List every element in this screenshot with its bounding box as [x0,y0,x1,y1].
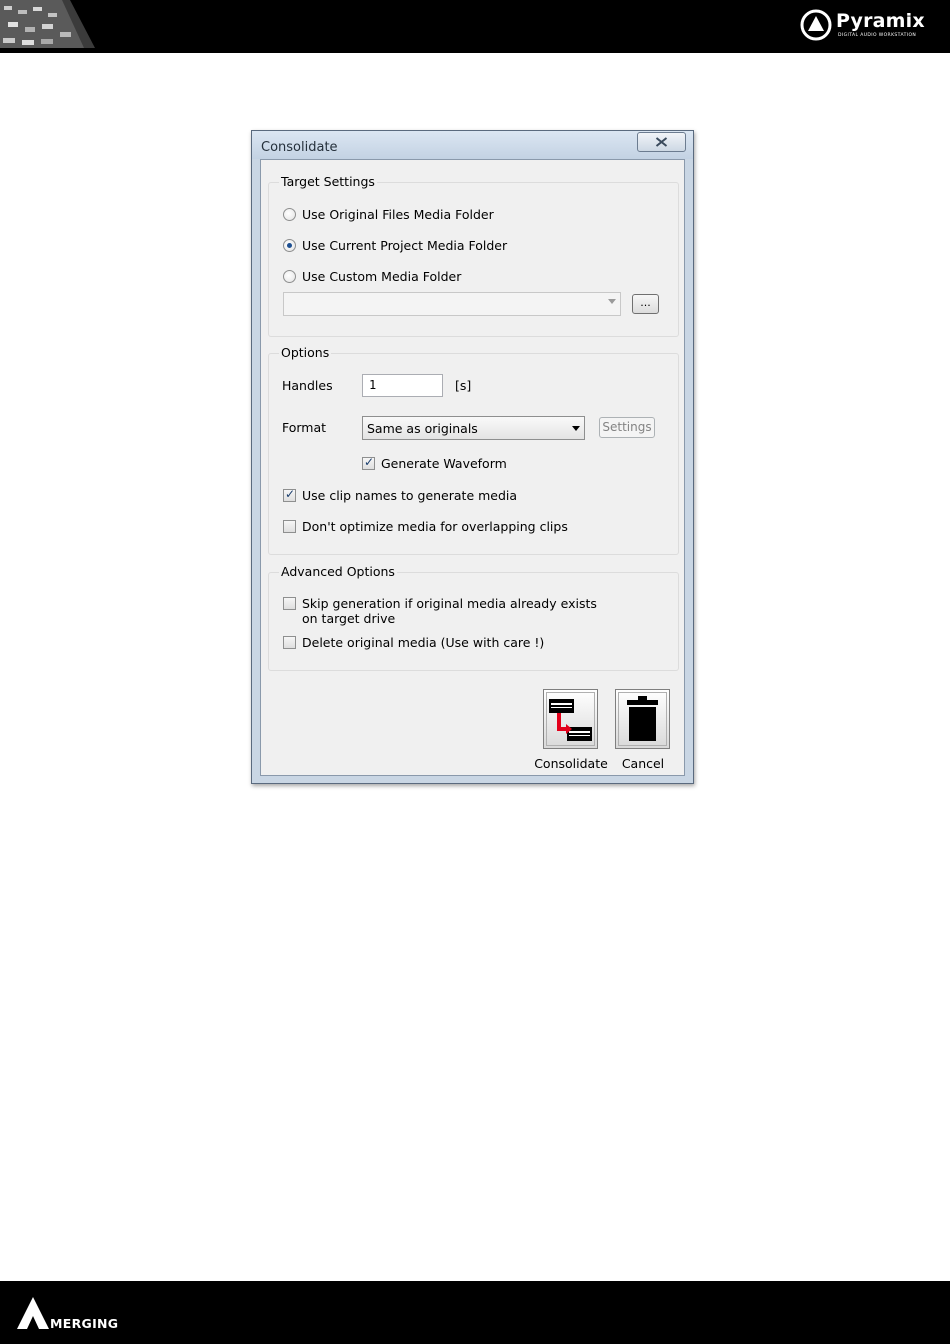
radio-current-project-folder-label: Use Current Project Media Folder [302,238,508,253]
page-footer: MERGING [0,1281,950,1344]
dont-optimize-box[interactable] [283,520,296,533]
merging-logo-name: MERGING [50,1316,119,1331]
skip-generation-box[interactable] [283,597,296,610]
dialog-title: Consolidate [261,140,338,155]
target-settings-title: Target Settings [279,174,377,190]
radio-current-project-folder-button[interactable] [283,239,296,252]
consolidate-button[interactable] [543,689,598,749]
trash-icon [627,696,658,741]
page-header: Pyramix DIGITAL AUDIO WORKSTATION [0,0,950,53]
handles-label: Handles [282,378,333,393]
checkmark-icon: ✓ [285,487,296,501]
pyramix-logo-name: Pyramix [836,10,925,32]
cancel-button-frame [618,692,667,746]
radio-custom-folder-label: Use Custom Media Folder [302,269,462,284]
cancel-label: Cancel [621,756,665,771]
consolidate-label: Consolidate [534,756,608,771]
options-group: Options Handles 1 [s] Format Same as ori… [268,345,679,555]
consolidate-button-frame [546,692,595,746]
browse-button[interactable]: ... [632,294,659,314]
consolidate-icon [549,699,592,741]
skip-generation-label-line1: Skip generation if original media alread… [302,596,597,611]
format-select-value: Same as originals [367,421,478,436]
chevron-down-icon [572,426,580,431]
radio-custom-folder-button[interactable] [283,270,296,283]
use-clip-names-label: Use clip names to generate media [302,488,518,503]
advanced-options-group: Advanced Options Skip generation if orig… [268,564,679,671]
pyramix-triangle-icon [800,9,832,41]
format-settings-button[interactable]: Settings [599,417,655,438]
radio-original-folder-label: Use Original Files Media Folder [302,207,494,222]
delete-original-box[interactable] [283,636,296,649]
mixing-console-image [0,0,95,48]
pyramix-logo-tagline: DIGITAL AUDIO WORKSTATION [838,33,917,38]
format-label: Format [282,420,327,435]
merging-logo: MERGING [16,1296,141,1332]
generate-waveform-label: Generate Waveform [381,456,507,471]
radio-original-folder-button[interactable] [283,208,296,221]
delete-original-label: Delete original media (Use with care !) [302,635,545,650]
handles-unit: [s] [455,378,472,393]
chevron-down-icon [608,299,616,304]
options-title: Options [279,345,332,361]
target-settings-group: Target Settings Use Original Files Media… [268,174,679,337]
dialog-client-area: Target Settings Use Original Files Media… [260,159,685,776]
dialog-title-bar[interactable]: Consolidate [252,131,693,159]
skip-generation-label-line2: on target drive [302,611,396,626]
custom-folder-combo[interactable] [283,292,621,316]
generate-waveform-box[interactable]: ✓ [362,455,375,470]
pyramix-logo: Pyramix DIGITAL AUDIO WORKSTATION [800,9,940,43]
cancel-button[interactable] [615,689,670,749]
format-select[interactable]: Same as originals [362,416,585,440]
advanced-options-title: Advanced Options [279,564,397,580]
merging-triangle-icon [17,1297,49,1329]
handles-input[interactable]: 1 [362,374,443,397]
close-icon [655,137,668,147]
dont-optimize-label: Don't optimize media for overlapping cli… [302,519,568,534]
use-clip-names-box[interactable]: ✓ [283,487,296,502]
checkmark-icon: ✓ [364,455,375,469]
consolidate-dialog: Consolidate Target Settings Use Original… [251,130,694,784]
close-button[interactable] [637,132,686,152]
